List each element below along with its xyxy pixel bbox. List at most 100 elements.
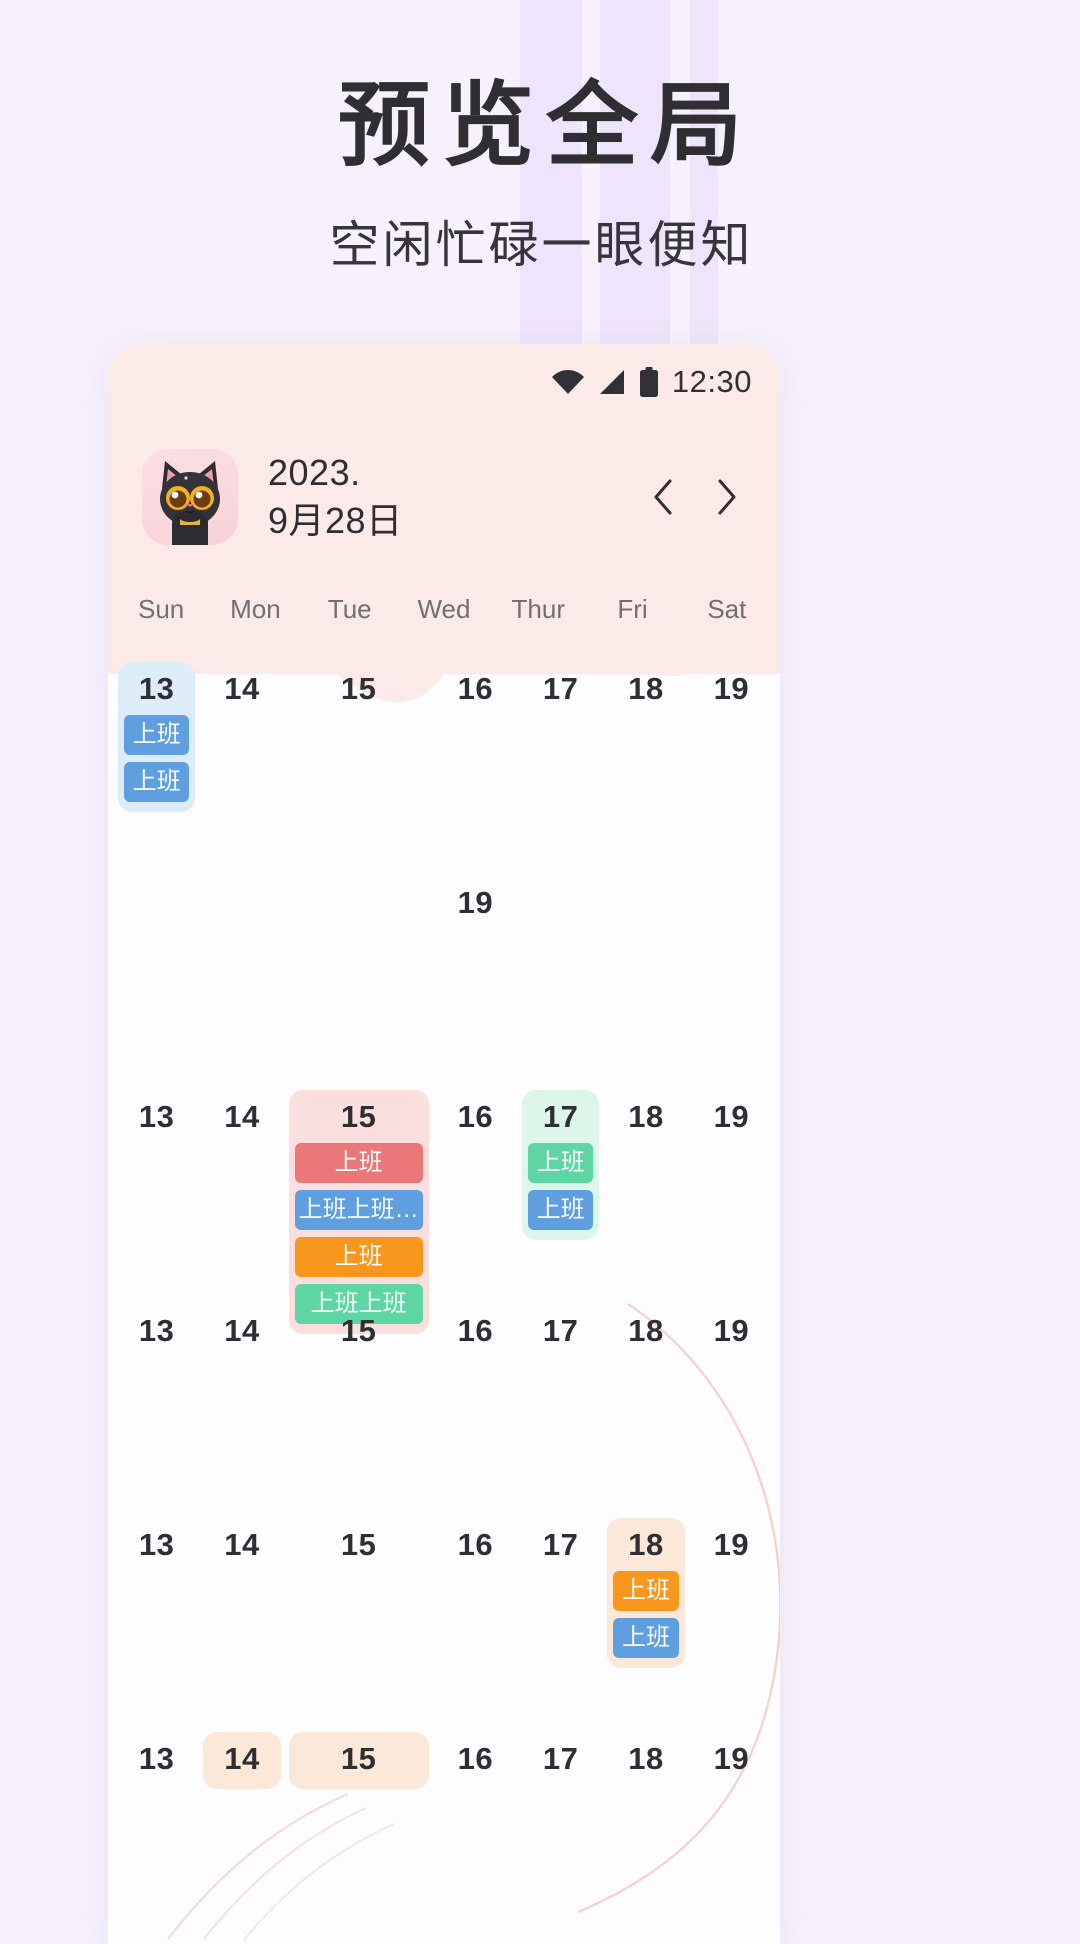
calendar-day-cell[interactable]: 16 <box>433 662 518 876</box>
battery-icon <box>639 367 658 397</box>
calendar-day-cell[interactable]: 17 <box>518 662 603 876</box>
month-navigation <box>640 474 750 520</box>
calendar-day-cell[interactable]: 13 <box>114 1304 199 1518</box>
calendar-cell-inner: 14 <box>203 1304 280 1361</box>
calendar-day-cell[interactable]: 19 <box>689 662 774 876</box>
calendar-day-cell[interactable]: 18 <box>603 1304 688 1518</box>
calendar-day-cell[interactable]: 14 <box>199 1090 284 1304</box>
calendar-cell-inner: 14 <box>203 662 280 719</box>
calendar-event-chip[interactable]: 上班 <box>294 1142 423 1183</box>
hero-section: 预览全局 空闲忙碌一眼便知 <box>0 78 1080 277</box>
calendar-day-number: 19 <box>713 1099 750 1134</box>
calendar-day-cell[interactable]: 16 <box>433 1732 518 1944</box>
calendar-day-number: 13 <box>138 1741 175 1776</box>
weekday-label-mon: Mon <box>230 594 281 624</box>
calendar-day-number: 17 <box>542 1527 579 1562</box>
calendar-cell-inner: 15 <box>289 662 429 719</box>
calendar-day-number: 15 <box>340 1741 377 1776</box>
calendar-day-cell[interactable]: 13 <box>114 1732 199 1944</box>
calendar-day-number: 18 <box>628 1527 664 1562</box>
chevron-right-icon <box>718 479 736 515</box>
previous-month-button[interactable] <box>640 474 686 520</box>
weekday-label-wed: Wed <box>417 594 471 624</box>
calendar-day-number: 18 <box>628 1313 664 1348</box>
calendar-day-cell[interactable]: 18 上班 上班 <box>603 1518 688 1732</box>
calendar-event-chip[interactable]: 上班 <box>294 1236 423 1277</box>
calendar-cell-inner: 16 <box>437 1304 514 1361</box>
calendar-event-chip[interactable]: 上班上班… <box>294 1189 423 1230</box>
calendar-day-number: 13 <box>138 1313 175 1348</box>
calendar-day-cell[interactable]: 15 上班 上班上班… 上班 上班上班 <box>285 1090 433 1334</box>
calendar-day-cell[interactable]: 17 <box>518 1732 603 1944</box>
calendar-day-number: 16 <box>457 1099 494 1134</box>
calendar-cell-inner: 17 <box>522 1304 599 1361</box>
status-bar: 12:30 <box>551 362 752 402</box>
calendar-cell-inner: 14 <box>203 1518 280 1575</box>
calendar-day-cell[interactable]: 19 <box>689 1090 774 1304</box>
calendar-day-number: 14 <box>224 1527 260 1562</box>
calendar-cell-inner <box>693 876 770 932</box>
calendar-event-list: 上班 上班 <box>611 1570 680 1658</box>
calendar-cell-inner <box>289 876 429 932</box>
calendar-day-cell[interactable]: 15 <box>285 1518 433 1732</box>
calendar-day-cell[interactable]: 15 <box>285 1732 433 1944</box>
calendar-cell-inner: 16 <box>437 1518 514 1575</box>
calendar-day-cell[interactable]: 13 上班 上班 <box>114 662 199 876</box>
signal-icon <box>599 370 624 394</box>
avatar[interactable] <box>142 449 238 545</box>
calendar-cell-inner: 13 <box>118 1518 195 1575</box>
calendar-grid: 13 上班 上班 14 15 16 17 18 19 19 13 14 15 上班 上班上班… 上班 上班上班 1… <box>108 662 780 1944</box>
calendar-day-cell[interactable]: 18 <box>603 662 688 876</box>
calendar-day-cell[interactable]: 17 上班 上班 <box>518 1090 603 1304</box>
weekday-label-sun: Sun <box>138 594 185 624</box>
calendar-empty-cell <box>603 876 688 1090</box>
calendar-day-cell[interactable]: 15 <box>285 662 433 876</box>
calendar-day-cell[interactable]: 19 <box>689 1304 774 1518</box>
calendar-day-number: 13 <box>138 1099 175 1134</box>
calendar-event-chip[interactable]: 上班 <box>613 1570 679 1611</box>
calendar-day-number: 19 <box>457 885 494 920</box>
calendar-day-cell[interactable]: 16 <box>433 1304 518 1518</box>
calendar-event-chip[interactable]: 上班 <box>528 1189 594 1230</box>
calendar-day-number: 17 <box>542 671 579 706</box>
calendar-day-number: 18 <box>628 1099 664 1134</box>
calendar-cell-inner: 18 <box>607 1304 684 1361</box>
calendar-day-cell[interactable]: 13 <box>114 1090 199 1304</box>
page-subtitle: 空闲忙碌一眼便知 <box>329 216 754 273</box>
calendar-cell-inner: 16 <box>437 1090 514 1147</box>
calendar-day-cell[interactable]: 17 <box>518 1304 603 1518</box>
calendar-event-chip[interactable]: 上班 <box>528 1142 594 1183</box>
calendar-day-cell[interactable]: 14 <box>199 1518 284 1732</box>
calendar-day-cell[interactable]: 15 <box>285 1304 433 1518</box>
calendar-day-cell[interactable]: 19 <box>689 1518 774 1732</box>
calendar-event-chip[interactable]: 上班 <box>613 1617 679 1658</box>
calendar-day-number: 14 <box>224 1741 260 1776</box>
calendar-cell-inner <box>118 876 195 932</box>
calendar-day-cell[interactable]: 17 <box>518 1518 603 1732</box>
calendar-cell-inner: 18 上班 上班 <box>607 1518 685 1668</box>
calendar-day-cell[interactable]: 19 <box>689 1732 774 1944</box>
calendar-cell-inner: 19 <box>693 1518 770 1575</box>
calendar-day-cell[interactable]: 18 <box>603 1732 688 1944</box>
calendar-event-chip[interactable]: 上班 <box>124 761 190 802</box>
calendar-cell-inner: 13 <box>118 1732 195 1789</box>
calendar-day-number: 16 <box>457 1313 494 1348</box>
calendar-day-number: 19 <box>713 1527 750 1562</box>
current-date[interactable]: 2023. 9月28日 <box>268 449 403 545</box>
next-month-button[interactable] <box>704 474 750 520</box>
calendar-day-cell[interactable]: 19 <box>433 876 518 1090</box>
calendar-day-cell[interactable]: 16 <box>433 1518 518 1732</box>
calendar-event-chip[interactable]: 上班 <box>124 714 190 755</box>
current-month-day: 9月28日 <box>268 500 403 541</box>
calendar-day-cell[interactable]: 14 <box>199 662 284 876</box>
cat-avatar-icon <box>160 461 220 545</box>
calendar-cell-inner: 17 上班 上班 <box>522 1090 600 1240</box>
calendar-day-cell[interactable]: 13 <box>114 1518 199 1732</box>
calendar-day-cell[interactable]: 14 <box>199 1304 284 1518</box>
calendar-day-cell[interactable]: 16 <box>433 1090 518 1304</box>
calendar-day-cell[interactable]: 18 <box>603 1090 688 1304</box>
calendar-cell-inner: 16 <box>437 1732 514 1789</box>
calendar-day-cell[interactable]: 14 <box>199 1732 284 1944</box>
calendar-cell-inner: 13 <box>118 1090 195 1147</box>
calendar-cell-inner <box>522 876 599 932</box>
